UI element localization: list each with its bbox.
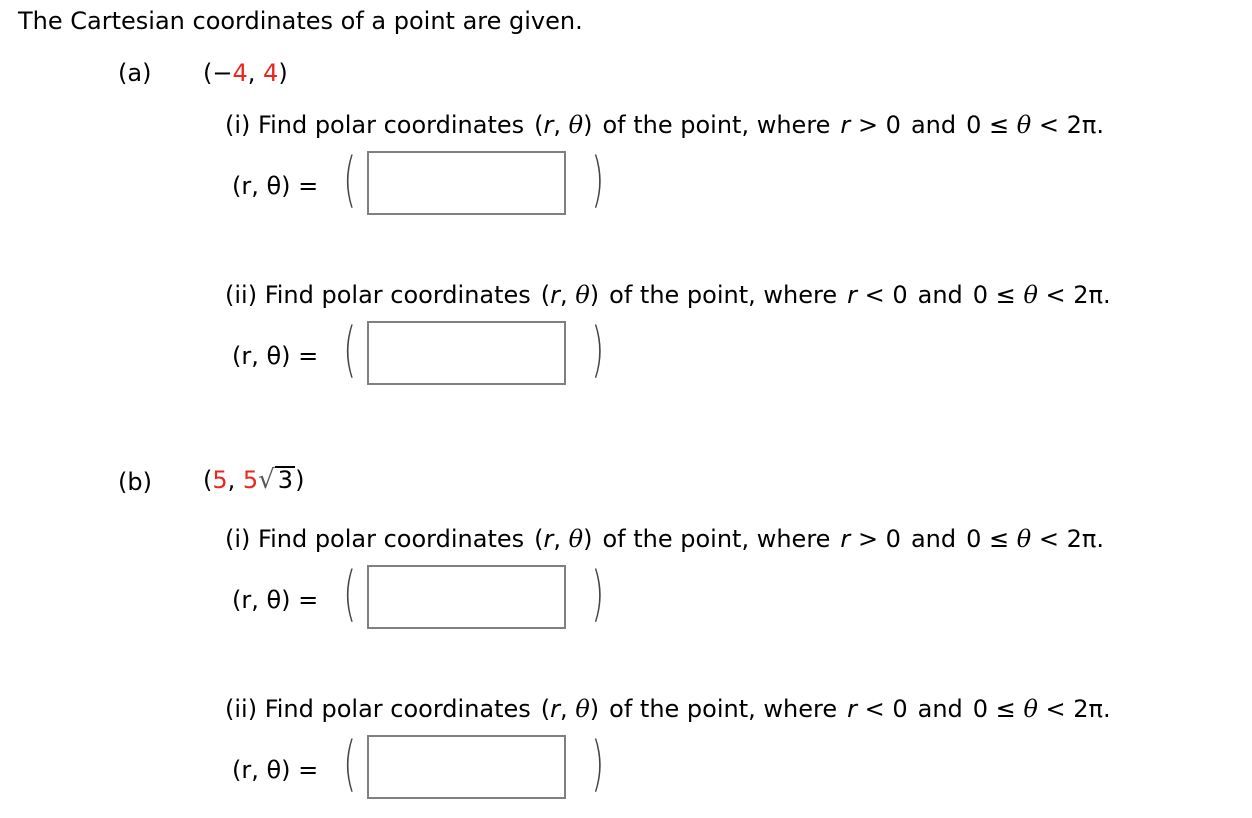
pair-open: (	[534, 525, 544, 553]
range-theta: θ	[1023, 281, 1038, 309]
part-b-ii-question: (ii) Find polar coordinates (r, θ) of the …	[225, 697, 1111, 721]
cond-var-r: r	[840, 111, 851, 139]
cond-and: and	[910, 525, 957, 553]
part-a-point: (−4, 4)	[203, 61, 288, 85]
part-a-ii-answer-input[interactable]	[367, 321, 566, 385]
cond-and: and	[917, 281, 963, 309]
cond-relation: > 0	[857, 525, 901, 553]
open-paren-icon: (	[343, 315, 357, 385]
var-theta: θ	[568, 525, 584, 553]
point-close-paren: )	[278, 59, 288, 87]
var-theta: θ	[575, 695, 590, 723]
close-paren-icon: )	[591, 729, 605, 799]
var-r: r	[550, 281, 561, 309]
part-b-ii-answer-input[interactable]	[367, 735, 566, 799]
close-paren-icon: )	[591, 315, 605, 385]
point-x-value: 4	[232, 59, 248, 87]
range-end: < 2π.	[1045, 695, 1111, 723]
pair-comma: ,	[560, 281, 576, 309]
part-a-ii-eq-label: (r, θ) =	[232, 342, 319, 370]
pair-close: )	[589, 695, 600, 723]
point-x-value: 5	[212, 466, 228, 494]
var-r: r	[543, 525, 554, 553]
range-theta: θ	[1016, 111, 1032, 139]
part-a-i-eq-label: (r, θ) =	[232, 172, 319, 200]
point-open-paren: (	[203, 466, 213, 494]
open-paren-icon: (	[343, 559, 357, 629]
question-of-text: of the point, where	[609, 695, 838, 723]
sqrt-expression: √ 3	[258, 465, 296, 495]
cond-relation: < 0	[864, 281, 908, 309]
part-b-point: (5, 5√ 3)	[203, 466, 304, 493]
point-open-paren: (	[203, 59, 213, 87]
part-b-i-question: (i) Find polar coordinates (r, θ) of the p…	[225, 527, 1104, 551]
pair-close: )	[589, 281, 600, 309]
question-prefix: (ii) Find polar coordinates	[225, 695, 531, 723]
range-start: 0 ≤	[972, 695, 1016, 723]
pair-open: (	[534, 111, 544, 139]
pair-open: (	[540, 695, 551, 723]
question-of-text: of the point, where	[609, 281, 838, 309]
cond-and: and	[910, 111, 957, 139]
question-prefix: (i) Find polar coordinates	[225, 111, 525, 139]
range-start: 0 ≤	[966, 525, 1010, 553]
range-end: < 2π.	[1038, 111, 1104, 139]
pair-comma: ,	[553, 525, 569, 553]
cond-relation: > 0	[857, 111, 901, 139]
question-of-text: of the point, where	[602, 525, 831, 553]
var-r: r	[550, 695, 561, 723]
point-minus-sign: −	[212, 59, 233, 87]
range-end: < 2π.	[1038, 525, 1104, 553]
part-a-i-question: (i) Find polar coordinates (r, θ) of the p…	[225, 113, 1104, 137]
var-r: r	[543, 111, 554, 139]
part-a-ii-question: (ii) Find polar coordinates (r, θ) of the …	[225, 283, 1111, 307]
pair-close: )	[583, 525, 593, 553]
point-separator: ,	[247, 59, 264, 87]
cond-var-r: r	[847, 695, 857, 723]
var-theta: θ	[575, 281, 590, 309]
part-a-label: (a)	[118, 59, 152, 87]
part-a-i-answer-input[interactable]	[367, 151, 566, 215]
part-b-label: (b)	[118, 468, 152, 496]
cond-relation: < 0	[864, 695, 908, 723]
open-paren-icon: (	[343, 145, 357, 215]
sqrt-icon: √	[258, 465, 275, 495]
cond-var-r: r	[847, 281, 857, 309]
point-y-value: 4	[263, 59, 279, 87]
range-end: < 2π.	[1045, 281, 1111, 309]
point-y-coefficient: 5	[242, 466, 259, 494]
pair-comma: ,	[553, 111, 569, 139]
point-close-paren: )	[295, 466, 305, 494]
var-theta: θ	[568, 111, 584, 139]
point-separator: ,	[227, 466, 243, 494]
cond-and: and	[917, 695, 963, 723]
question-prefix: (ii) Find polar coordinates	[225, 281, 531, 309]
range-start: 0 ≤	[972, 281, 1016, 309]
cond-var-r: r	[840, 525, 851, 553]
pair-open: (	[540, 281, 551, 309]
close-paren-icon: )	[591, 559, 605, 629]
pair-comma: ,	[560, 695, 576, 723]
question-prefix: (i) Find polar coordinates	[225, 525, 525, 553]
open-paren-icon: (	[343, 729, 357, 799]
part-b-i-answer-input[interactable]	[367, 565, 566, 629]
range-start: 0 ≤	[966, 111, 1010, 139]
pair-close: )	[583, 111, 593, 139]
part-b-ii-eq-label: (r, θ) =	[232, 756, 319, 784]
sqrt-radicand: 3	[274, 466, 296, 493]
range-theta: θ	[1016, 525, 1032, 553]
close-paren-icon: )	[591, 145, 605, 215]
problem-title: The Cartesian coordinates of a point are…	[18, 7, 583, 35]
range-theta: θ	[1023, 695, 1038, 723]
question-of-text: of the point, where	[602, 111, 831, 139]
part-b-i-eq-label: (r, θ) =	[232, 586, 319, 614]
